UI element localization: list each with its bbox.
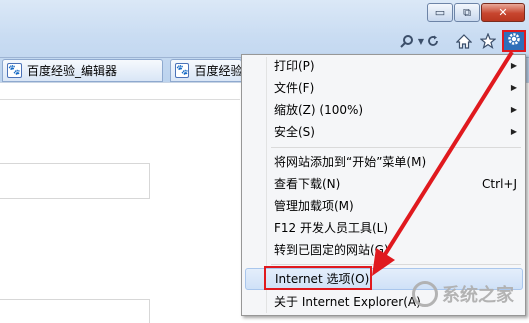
watermark: 系统之家 xyxy=(412,278,514,310)
tab-item[interactable]: 🐾 百度经验 xyxy=(170,59,242,82)
menu-item-label: 打印(P) xyxy=(274,59,315,73)
menu-item-add-to-start[interactable]: 将网站添加到“开始”菜单(M) xyxy=(268,151,523,173)
tab-label: 百度经验 xyxy=(194,64,242,78)
refresh-icon[interactable] xyxy=(426,31,440,51)
menu-item-label: 关于 Internet Explorer(A) xyxy=(274,295,421,309)
tools-button[interactable] xyxy=(502,30,526,52)
menu-item-f12-tools[interactable]: F12 开发人员工具(L) xyxy=(268,217,523,239)
menu-item-print[interactable]: 打印(P) ▶ xyxy=(268,55,523,77)
close-button[interactable]: ✕ xyxy=(481,3,525,22)
menu-separator xyxy=(271,264,521,265)
tab-label: 百度经验_编辑器 xyxy=(27,64,118,78)
minimize-button[interactable]: ▭ xyxy=(427,3,453,22)
search-icon[interactable] xyxy=(396,31,418,51)
menu-item-pinned-sites[interactable]: 转到已固定的网站(G) xyxy=(268,239,523,261)
restore-button[interactable]: ⧉ xyxy=(454,3,480,22)
menu-item-safety[interactable]: 安全(S) ▶ xyxy=(268,121,523,143)
chevron-down-icon[interactable]: ▼ xyxy=(416,31,426,51)
menu-item-view-downloads[interactable]: 查看下载(N) Ctrl+J xyxy=(268,173,523,195)
editor-input-box[interactable] xyxy=(0,299,150,323)
baidu-paw-icon: 🐾 xyxy=(7,63,22,78)
tab-item[interactable]: 🐾 百度经验_编辑器 xyxy=(2,59,163,82)
close-icon: ✕ xyxy=(498,6,508,19)
command-bar: ▼ xyxy=(0,30,529,54)
divider xyxy=(0,99,240,100)
menu-item-label: 查看下载(N) xyxy=(274,177,341,191)
gear-icon xyxy=(506,31,522,51)
menu-item-label: 安全(S) xyxy=(274,125,315,139)
submenu-arrow-icon: ▶ xyxy=(510,83,517,92)
menu-item-label: 将网站添加到“开始”菜单(M) xyxy=(274,155,427,169)
editor-input-box[interactable] xyxy=(0,163,150,199)
menu-separator xyxy=(271,147,521,148)
menu-item-zoom[interactable]: 缩放(Z) (100%) ▶ xyxy=(268,99,523,121)
home-icon[interactable] xyxy=(454,31,474,51)
menu-item-label: 转到已固定的网站(G) xyxy=(274,243,389,257)
menu-item-label: F12 开发人员工具(L) xyxy=(274,221,389,235)
star-icon[interactable] xyxy=(478,31,498,51)
menu-item-file[interactable]: 文件(F) ▶ xyxy=(268,77,523,99)
submenu-arrow-icon: ▶ xyxy=(510,61,517,70)
window-controls: ▭ ⧉ ✕ xyxy=(426,3,525,22)
menu-item-label: 文件(F) xyxy=(274,81,315,95)
baidu-paw-icon: 🐾 xyxy=(175,63,190,78)
watermark-text: 系统之家 xyxy=(442,285,514,306)
menu-shortcut: Ctrl+J xyxy=(482,177,517,191)
watermark-logo-icon xyxy=(412,281,438,307)
menu-item-manage-addons[interactable]: 管理加载项(M) xyxy=(268,195,523,217)
submenu-arrow-icon: ▶ xyxy=(510,105,517,114)
restore-icon: ⧉ xyxy=(463,5,471,19)
minimize-icon: ▭ xyxy=(434,6,446,19)
highlight-box xyxy=(264,266,372,290)
menu-item-label: 缩放(Z) (100%) xyxy=(274,103,364,117)
menu-item-label: 管理加载项(M) xyxy=(274,199,354,213)
submenu-arrow-icon: ▶ xyxy=(510,127,517,136)
